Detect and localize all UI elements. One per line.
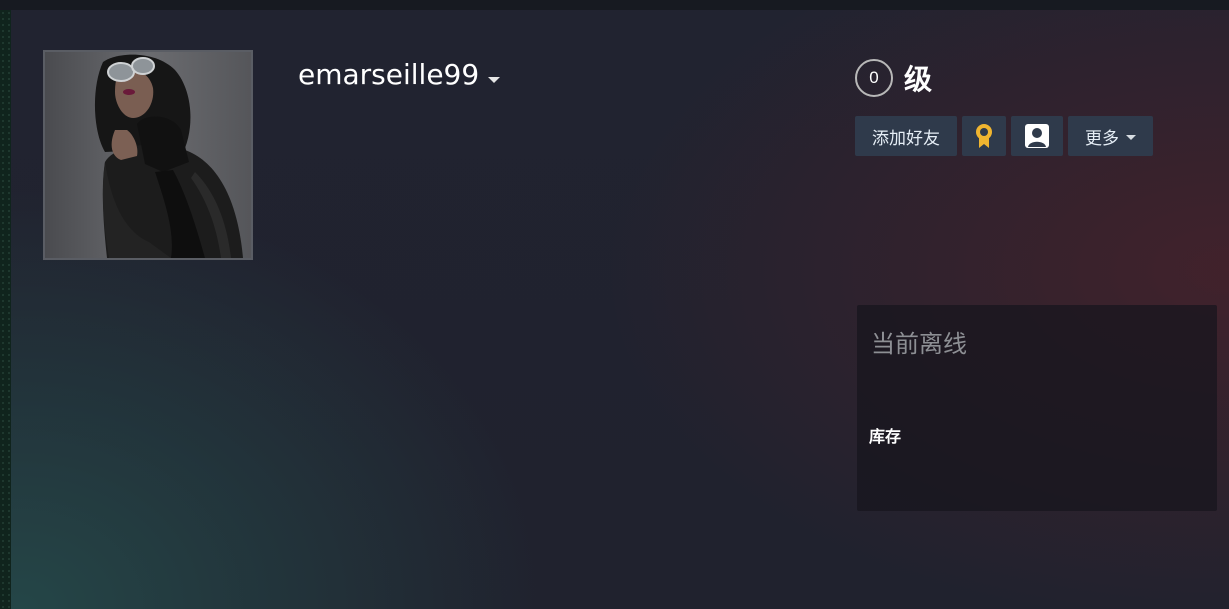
avatar-image bbox=[45, 52, 251, 258]
award-ribbon-icon bbox=[976, 124, 992, 148]
inventory-link[interactable]: 库存 bbox=[869, 423, 901, 447]
status-panel: 当前离线 库存 bbox=[857, 305, 1217, 511]
level-badge: 0 bbox=[855, 59, 893, 97]
chevron-down-icon bbox=[488, 76, 501, 83]
add-friend-button[interactable]: 添加好友 bbox=[855, 116, 957, 156]
left-edge-strip bbox=[0, 10, 11, 609]
more-button[interactable]: 更多 bbox=[1068, 116, 1153, 156]
profile-actions: 添加好友 更多 bbox=[855, 116, 1153, 156]
username-dropdown[interactable]: emarseille99 bbox=[298, 58, 501, 91]
chevron-down-icon bbox=[1126, 134, 1136, 140]
username: emarseille99 bbox=[298, 58, 480, 91]
online-status: 当前离线 bbox=[871, 330, 967, 358]
profile-card-button[interactable] bbox=[1011, 116, 1063, 156]
level-label: 级 bbox=[904, 63, 933, 96]
user-portrait-icon bbox=[1025, 124, 1049, 148]
top-bar bbox=[0, 0, 1229, 10]
more-label: 更多 bbox=[1085, 128, 1119, 149]
avatar[interactable] bbox=[43, 50, 253, 260]
level-indicator[interactable]: 0 级 bbox=[855, 58, 932, 98]
badges-button[interactable] bbox=[962, 116, 1006, 156]
